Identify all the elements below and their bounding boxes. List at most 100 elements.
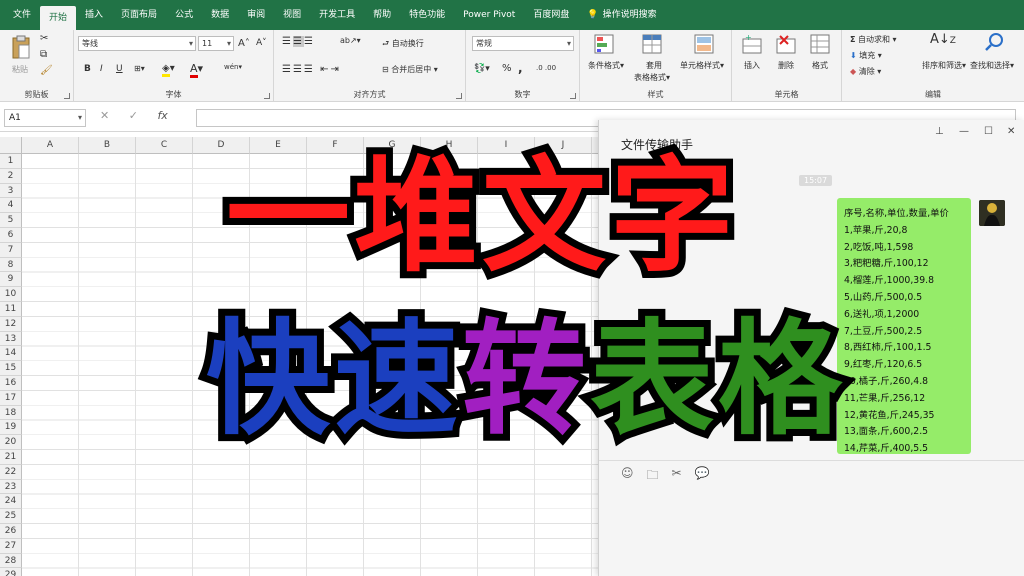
merge-center-button[interactable]: ⊟ 合并后居中 ▾ <box>382 64 438 75</box>
row-header[interactable]: 14 <box>0 346 22 362</box>
name-box[interactable]: A1 ▾ <box>4 109 86 127</box>
row-header[interactable]: 11 <box>0 302 22 317</box>
select-all-corner[interactable] <box>0 137 22 154</box>
row-header[interactable]: 22 <box>0 464 22 480</box>
search-tell-me[interactable]: 操作说明搜索 <box>603 10 657 20</box>
sort-filter-icon[interactable]: A↓Z <box>930 32 956 47</box>
row-header[interactable]: 16 <box>0 376 22 391</box>
emoji-icon[interactable]: ☺ <box>621 466 634 487</box>
row-header[interactable]: 13 <box>0 331 22 347</box>
chat-bubble-icon[interactable]: 💬 <box>695 466 710 487</box>
pin-icon[interactable]: ⊥ <box>935 126 944 137</box>
row-header[interactable]: 10 <box>0 287 22 302</box>
orientation-icon[interactable]: ab↗▾ <box>340 36 361 45</box>
horizontal-align-icons[interactable]: ☰☰☰ ⇤⇥ <box>282 64 341 75</box>
format-cells-button[interactable]: 格式 <box>812 60 828 71</box>
format-painter-icon[interactable]: 🖌 <box>40 65 53 77</box>
sort-filter-button[interactable]: 排序和筛选▾ <box>922 60 966 71</box>
insert-cells-button[interactable]: 插入 <box>744 60 760 71</box>
row-header[interactable]: 2 <box>0 168 22 184</box>
border-icon[interactable]: ⊞▾ <box>134 64 145 73</box>
tab-4[interactable]: 公式 <box>166 0 202 30</box>
column-header[interactable]: B <box>79 137 136 154</box>
row-header[interactable]: 23 <box>0 479 22 495</box>
cut-icon[interactable]: ✂ <box>40 33 48 45</box>
percent-button[interactable]: % <box>502 63 512 74</box>
row-header[interactable]: 21 <box>0 450 22 465</box>
italic-button[interactable]: I <box>100 64 103 74</box>
tab-1[interactable]: 开始 <box>40 6 77 30</box>
phonetic-icon[interactable]: wén▾ <box>224 63 242 71</box>
row-header[interactable]: 24 <box>0 494 22 510</box>
tab-13[interactable]: 💡 操作说明搜索 <box>578 0 665 30</box>
tab-7[interactable]: 视图 <box>274 0 310 30</box>
row-header[interactable]: 20 <box>0 435 22 450</box>
enter-icon[interactable]: ✓ <box>129 109 138 122</box>
cell-styles-icon[interactable] <box>694 34 714 54</box>
conditional-format-button[interactable]: 条件格式▾ <box>588 60 624 71</box>
fill-button[interactable]: ⬇ 填充 ▾ <box>850 50 882 61</box>
find-select-button[interactable]: 查找和选择▾ <box>970 60 1014 71</box>
font-name-select[interactable]: 等线 ▾ <box>78 36 196 51</box>
delete-cells-button[interactable]: 删除 <box>778 60 794 71</box>
cell-styles-button[interactable]: 单元格样式▾ <box>680 60 724 71</box>
tab-3[interactable]: 页面布局 <box>112 0 166 30</box>
accounting-icon[interactable]: 💱▾ <box>474 64 490 74</box>
font-size-select[interactable]: 11 ▾ <box>198 36 234 51</box>
conditional-format-icon[interactable] <box>594 34 614 54</box>
vertical-align-icons[interactable]: ☰☰☰ <box>282 36 315 47</box>
insert-cells-icon[interactable]: + <box>742 34 762 54</box>
row-header[interactable]: 4 <box>0 198 22 214</box>
alignment-launcher[interactable] <box>456 93 462 99</box>
underline-button[interactable]: U <box>116 64 123 74</box>
row-header[interactable]: 27 <box>0 538 22 554</box>
clipboard-launcher[interactable] <box>64 93 70 99</box>
folder-icon[interactable]: 🗀 <box>647 466 659 487</box>
tab-9[interactable]: 帮助 <box>364 0 400 30</box>
decimal-icons[interactable]: .0 .00 <box>536 64 556 72</box>
format-as-table-button-1[interactable]: 套用 <box>646 60 662 71</box>
font-color-icon[interactable]: A▾ <box>190 62 203 78</box>
row-header[interactable]: 9 <box>0 272 22 288</box>
format-as-table-icon[interactable] <box>642 34 662 54</box>
minimize-icon[interactable]: — <box>959 126 969 137</box>
format-as-table-button-2[interactable]: 表格格式▾ <box>634 72 670 83</box>
number-format-select[interactable]: 常规 ▾ <box>472 36 574 51</box>
row-header[interactable]: 1 <box>0 154 22 169</box>
paste-button[interactable]: 粘贴 <box>12 64 28 75</box>
find-select-icon[interactable] <box>984 32 1004 52</box>
scissors-icon[interactable]: ✂ <box>672 466 682 487</box>
comma-button[interactable]: , <box>518 61 523 75</box>
row-header[interactable]: 18 <box>0 405 22 421</box>
row-header[interactable]: 15 <box>0 361 22 376</box>
row-header[interactable]: 28 <box>0 553 22 569</box>
tab-10[interactable]: 特色功能 <box>400 0 454 30</box>
wrap-text-button[interactable]: ⮐ 自动换行 <box>382 38 424 52</box>
row-header[interactable]: 12 <box>0 316 22 332</box>
row-header[interactable]: 29 <box>0 568 22 576</box>
grow-font-icon[interactable]: A˄ <box>238 38 250 49</box>
autosum-button[interactable]: Σ 自动求和 ▾ <box>850 34 897 45</box>
bold-button[interactable]: B <box>84 64 91 74</box>
row-header[interactable]: 8 <box>0 257 22 273</box>
row-header[interactable]: 25 <box>0 509 22 524</box>
font-launcher[interactable] <box>264 93 270 99</box>
copy-icon[interactable]: ⧉ <box>40 49 47 61</box>
row-header[interactable]: 7 <box>0 242 22 258</box>
column-header[interactable]: C <box>136 137 193 154</box>
insert-function-icon[interactable]: fx <box>157 109 167 122</box>
tab-5[interactable]: 数据 <box>202 0 238 30</box>
shrink-font-icon[interactable]: A˅ <box>256 38 267 48</box>
row-header[interactable]: 6 <box>0 228 22 243</box>
number-launcher[interactable] <box>570 93 576 99</box>
delete-cells-icon[interactable] <box>776 34 796 54</box>
tab-6[interactable]: 审阅 <box>238 0 274 30</box>
paste-icon[interactable] <box>10 34 32 60</box>
tab-11[interactable]: Power Pivot <box>454 0 524 30</box>
tab-0[interactable]: 文件 <box>4 0 40 30</box>
clear-button[interactable]: ◆ 清除 ▾ <box>850 66 881 77</box>
format-cells-icon[interactable] <box>810 34 830 54</box>
avatar[interactable] <box>979 200 1005 226</box>
row-header[interactable]: 5 <box>0 213 22 228</box>
row-header[interactable]: 3 <box>0 183 22 199</box>
